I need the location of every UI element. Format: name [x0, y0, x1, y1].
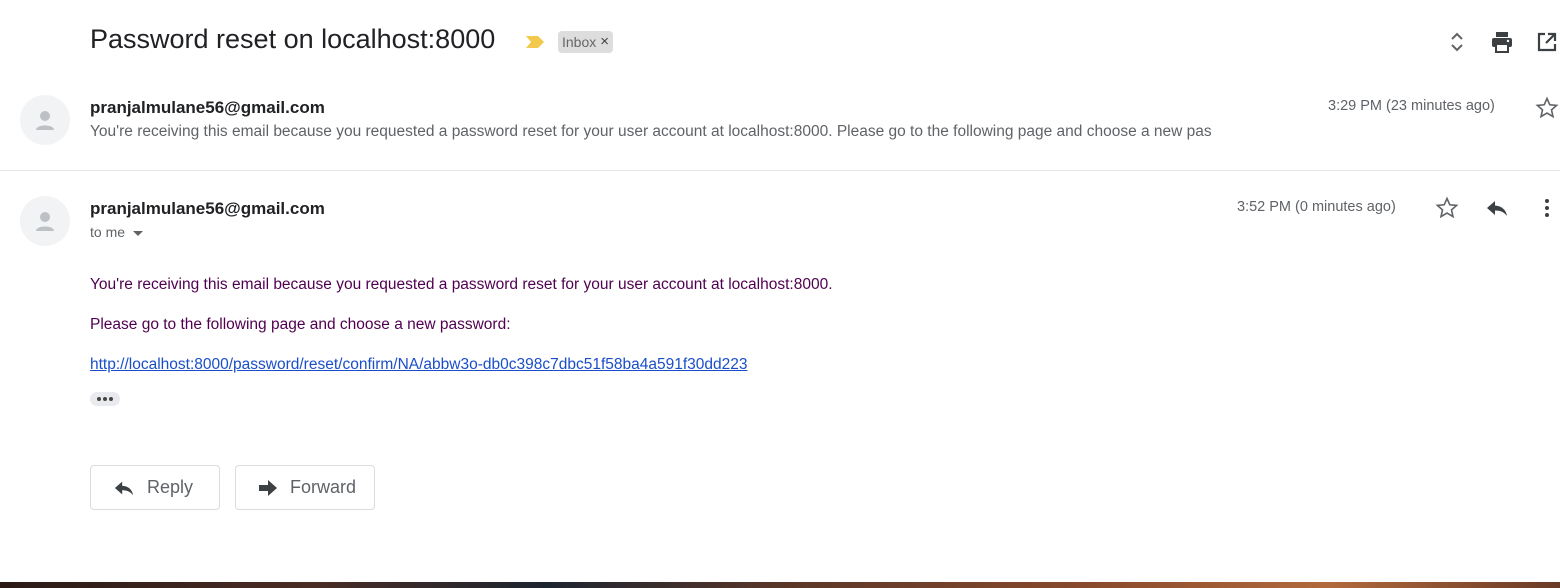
forward-button-label: Forward — [290, 477, 357, 497]
desktop-background-strip — [0, 582, 1560, 588]
remove-label-button[interactable]: × — [600, 31, 609, 53]
recipient-details-toggle[interactable]: to me — [90, 224, 144, 240]
sender-avatar — [20, 196, 70, 246]
reply-icon[interactable] — [1485, 197, 1509, 224]
ellipsis-dot — [103, 397, 107, 401]
person-icon — [36, 212, 54, 231]
email-subject: Password reset on localhost:8000 — [90, 24, 496, 54]
message-divider — [0, 170, 1560, 171]
ellipsis-dot — [109, 397, 113, 401]
inbox-label-chip: Inbox × — [558, 31, 614, 53]
sender-avatar — [20, 95, 70, 145]
reply-button[interactable]: Reply — [90, 465, 220, 510]
forward-icon — [259, 479, 277, 496]
ellipsis-dot — [97, 397, 101, 401]
message-1-star-icon[interactable] — [1535, 96, 1559, 125]
reply-button-label: Reply — [147, 477, 194, 497]
important-marker-icon[interactable] — [524, 33, 546, 51]
email-body-line: You're receiving this email because you … — [90, 276, 833, 293]
forward-button[interactable]: Forward — [235, 465, 375, 510]
more-options-icon[interactable] — [1537, 197, 1557, 224]
email-body-line: Please go to the following page and choo… — [90, 316, 511, 333]
print-icon[interactable] — [1490, 30, 1514, 54]
reply-icon — [114, 481, 134, 495]
message-1-sender[interactable]: pranjalmulane56@gmail.com — [90, 98, 325, 118]
message-2-time: 3:52 PM (0 minutes ago) — [1237, 199, 1396, 215]
open-new-window-icon[interactable] — [1535, 30, 1559, 54]
chevron-down-icon — [133, 230, 144, 236]
message-2-sender[interactable]: pranjalmulane56@gmail.com — [90, 199, 325, 219]
expand-collapse-icon[interactable] — [1445, 30, 1469, 54]
password-reset-link[interactable]: http://localhost:8000/password/reset/con… — [90, 356, 747, 374]
show-trimmed-content-button[interactable] — [90, 392, 120, 406]
recipient-label: to me — [90, 224, 126, 240]
message-1-time: 3:29 PM (23 minutes ago) — [1328, 98, 1495, 114]
message-1-snippet[interactable]: You're receiving this email because you … — [90, 123, 1310, 141]
person-icon — [36, 111, 54, 130]
inbox-label-text: Inbox — [562, 34, 597, 50]
message-2-star-icon[interactable] — [1435, 196, 1459, 225]
